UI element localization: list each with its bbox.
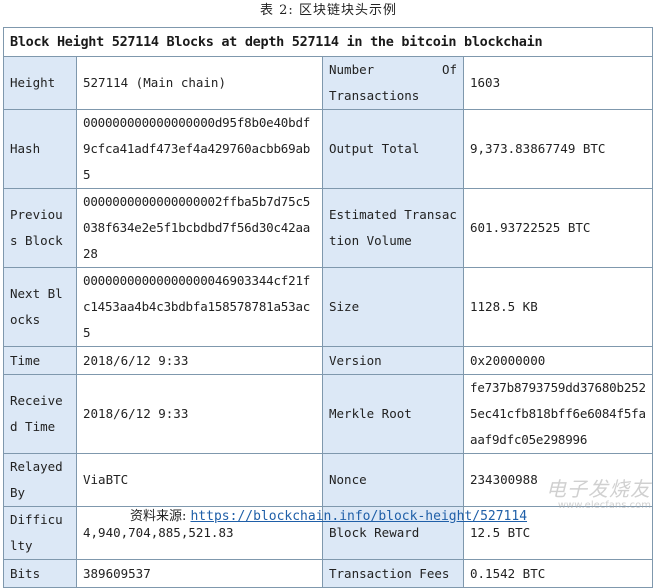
- key-part: Of: [441, 62, 457, 77]
- value-previous-block: 0000000000000000002ffba5b7d75c5038f634e2…: [76, 188, 323, 268]
- watermark: 电子发烧友 www.elecfans.com: [546, 478, 651, 512]
- key-merkle-root: Merkle Root: [322, 374, 464, 454]
- key-hash: Hash: [3, 109, 77, 189]
- key-part: Transactions: [329, 88, 420, 103]
- key-relayed-by: Relayed By: [3, 453, 77, 507]
- table-row: Previous Block 0000000000000000002ffba5b…: [3, 188, 654, 268]
- key-received-time: Received Time: [3, 374, 77, 454]
- table-row: Received Time 2018/6/12 9:33 Merkle Root…: [3, 374, 654, 454]
- key-output-total: Output Total: [322, 109, 464, 189]
- key-part: Number: [329, 62, 375, 77]
- value-next-blocks: 00000000000000000046903344cf21fc1453aa4b…: [76, 267, 323, 347]
- table-row: Height 527114 (Main chain) Number Of Tran…: [3, 56, 654, 110]
- table-title: Block Height 527114 Blocks at depth 5271…: [2, 27, 654, 57]
- source-label: 资料来源:: [129, 509, 191, 524]
- value-number-of-transactions: 1603: [462, 56, 654, 110]
- value-output-total: 9,373.83867749 BTC: [462, 109, 654, 189]
- key-next-blocks: Next Blocks: [3, 267, 77, 347]
- value-relayed-by: ViaBTC: [76, 453, 323, 507]
- key-version: Version: [322, 346, 464, 375]
- value-size: 1128.5 KB: [462, 267, 654, 347]
- table-caption: 表 2: 区块链块头示例: [260, 3, 397, 18]
- value-version: 0x20000000: [462, 346, 654, 375]
- value-received-time: 2018/6/12 9:33: [76, 374, 323, 454]
- key-size: Size: [322, 267, 464, 347]
- key-nonce: Nonce: [322, 453, 464, 507]
- value-bits: 389609537: [76, 559, 323, 588]
- key-estimated-transaction-volume: Estimated Transaction Volume: [322, 188, 464, 268]
- watermark-logo: 电子发烧友: [546, 477, 651, 501]
- key-transaction-fees: Transaction Fees: [322, 559, 464, 588]
- value-time: 2018/6/12 9:33: [76, 346, 323, 375]
- value-hash: 000000000000000000d95f8b0e40bdf9cfca41ad…: [76, 109, 323, 189]
- value-merkle-root: fe737b8793759dd37680b2525ec41cfb818bff6e…: [462, 374, 654, 454]
- value-transaction-fees: 0.1542 BTC: [462, 559, 654, 588]
- value-height: 527114 (Main chain): [76, 56, 323, 110]
- key-bits: Bits: [3, 559, 77, 588]
- key-previous-block: Previous Block: [3, 188, 77, 268]
- table-row: Next Blocks 00000000000000000046903344cf…: [3, 267, 654, 347]
- table-row: Bits 389609537 Transaction Fees 0.1542 B…: [3, 559, 654, 588]
- watermark-url: www.elecfans.com: [557, 500, 651, 511]
- table-row: Time 2018/6/12 9:33 Version 0x20000000: [3, 346, 654, 375]
- key-time: Time: [3, 346, 77, 375]
- key-height: Height: [3, 56, 77, 110]
- key-number-of-transactions: Number Of Transactions: [322, 56, 464, 110]
- value-estimated-transaction-volume: 601.93722525 BTC: [462, 188, 654, 268]
- source-link[interactable]: https://blockchain.info/block-height/527…: [190, 509, 527, 524]
- table-row: Hash 000000000000000000d95f8b0e40bdf9cfc…: [3, 109, 654, 189]
- table-title-row: Block Height 527114 Blocks at depth 5271…: [2, 27, 654, 57]
